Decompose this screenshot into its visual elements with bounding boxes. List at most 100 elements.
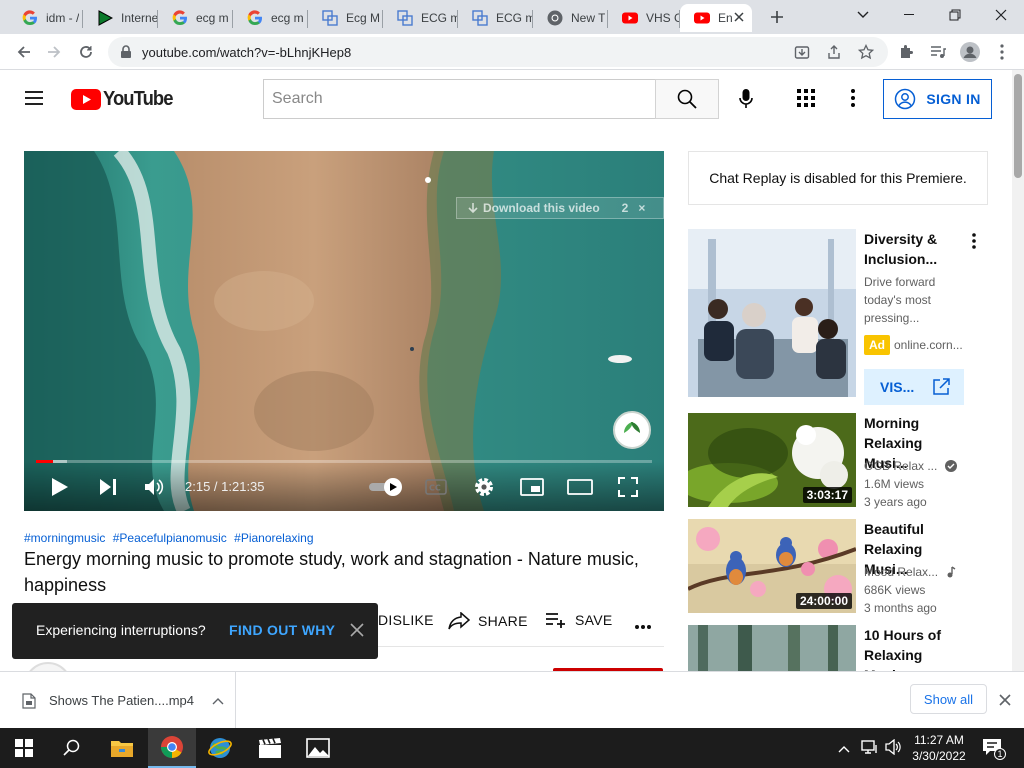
browser-tab[interactable]: ecg m <box>158 4 233 32</box>
tab-title[interactable]: idm - / <box>46 11 79 25</box>
show-hidden-icons-button[interactable] <box>838 740 854 756</box>
sign-in-label[interactable]: SIGN IN <box>926 91 980 107</box>
settings-menu-button[interactable] <box>851 89 859 109</box>
browser-tab[interactable]: New T <box>533 4 608 32</box>
miniplayer-button[interactable] <box>518 473 546 501</box>
taskbar-search-button[interactable] <box>48 728 96 768</box>
tab-title[interactable]: ECG m <box>496 11 533 25</box>
download-overlay-label[interactable]: Download this video <box>483 201 600 215</box>
video-thumbnail[interactable] <box>688 625 856 671</box>
video-thumbnail[interactable]: 3:03:17 <box>688 413 856 507</box>
captions-button[interactable]: CC <box>422 473 450 501</box>
start-button[interactable] <box>0 728 48 768</box>
lock-icon[interactable] <box>120 45 132 59</box>
minimize-button[interactable] <box>886 0 932 30</box>
scrollbar-thumb[interactable] <box>1014 74 1022 178</box>
search-button[interactable] <box>655 79 719 119</box>
tab-title[interactable]: Ecg M <box>346 11 380 25</box>
network-button[interactable] <box>861 739 881 757</box>
channel-name[interactable]: Mood Relax... <box>864 563 938 581</box>
fullscreen-button[interactable] <box>614 473 642 501</box>
reload-button[interactable] <box>74 40 98 64</box>
browser-tab[interactable]: Interne <box>83 4 158 32</box>
ad-menu-button[interactable] <box>972 233 980 249</box>
browser-tab[interactable]: ECG m <box>458 4 533 32</box>
browser-tab-active[interactable]: En <box>680 4 752 32</box>
download-filename[interactable]: Shows The Patien....mp4 <box>49 693 194 708</box>
close-window-button[interactable] <box>978 0 1024 30</box>
close-tab-icon[interactable] <box>734 11 744 25</box>
video-editor-button[interactable] <box>246 728 294 768</box>
voice-search-button[interactable] <box>733 86 759 112</box>
share-page-button[interactable] <box>822 40 846 64</box>
url-text[interactable]: youtube.com/watch?v=-bLhnjKHep8 <box>142 45 351 60</box>
video-player[interactable]: Download this video 2 × 2:15 / 1:21:35 C… <box>24 151 664 511</box>
dislike-button[interactable]: DISLIKE <box>378 612 434 628</box>
profile-button[interactable] <box>958 40 982 64</box>
save-label[interactable]: SAVE <box>575 612 613 628</box>
tab-title[interactable]: VHS G <box>646 11 680 25</box>
restore-button[interactable] <box>932 0 978 30</box>
theater-mode-button[interactable] <box>566 473 594 501</box>
forward-button[interactable] <box>42 40 66 64</box>
tab-title[interactable]: ecg m <box>196 11 229 25</box>
recommended-video[interactable]: 3:03:17 Morning Relaxing Musi... OCB Rel… <box>688 413 988 509</box>
hashtag-link[interactable]: #Pianorelaxing <box>234 531 313 545</box>
more-actions-button[interactable] <box>634 617 654 629</box>
sign-in-button[interactable]: SIGN IN <box>883 79 992 119</box>
channel-watermark[interactable] <box>613 411 651 449</box>
close-shelf-button[interactable] <box>999 693 1013 707</box>
browser-tab[interactable]: ecg m <box>233 4 308 32</box>
find-out-why-link[interactable]: FIND OUT WHY <box>229 622 335 638</box>
apps-button[interactable] <box>797 89 817 109</box>
guide-menu-button[interactable] <box>24 89 48 109</box>
bookmark-star-button[interactable] <box>854 40 878 64</box>
new-tab-button[interactable] <box>766 6 788 28</box>
chrome-taskbar-button[interactable] <box>148 728 196 768</box>
tab-title[interactable]: ECG m <box>421 11 458 25</box>
ad-visit-label[interactable]: VIS... <box>880 379 914 395</box>
next-button[interactable] <box>94 473 122 501</box>
autoplay-toggle[interactable] <box>368 473 404 501</box>
hashtag-link[interactable]: #Peacefulpianomusic <box>113 531 227 545</box>
back-button[interactable] <box>12 40 36 64</box>
browser-tab[interactable]: ECG m <box>383 4 458 32</box>
ad-visit-button[interactable]: VIS... <box>864 369 964 405</box>
show-all-label[interactable]: Show all <box>924 692 973 707</box>
play-button[interactable] <box>46 473 74 501</box>
ad-title[interactable]: Diversity & Inclusion... <box>864 229 964 269</box>
page-scrollbar[interactable] <box>1012 70 1024 671</box>
address-bar[interactable]: youtube.com/watch?v=-bLhnjKHep8 <box>108 37 888 67</box>
photos-app-button[interactable] <box>294 728 342 768</box>
install-app-button[interactable] <box>790 40 814 64</box>
browser-tab[interactable]: VHS G <box>608 4 680 32</box>
extensions-button[interactable] <box>894 40 918 64</box>
share-button[interactable]: SHARE <box>448 612 528 630</box>
browser-menu-button[interactable] <box>990 40 1014 64</box>
tab-title[interactable]: En <box>718 11 733 25</box>
hashtag-link[interactable]: #morningmusic <box>24 531 105 545</box>
ad-thumbnail[interactable] <box>688 229 856 397</box>
dismiss-toast-button[interactable] <box>349 622 367 640</box>
search-input[interactable] <box>264 80 656 118</box>
tab-title[interactable]: New T <box>571 11 605 25</box>
ad-card[interactable]: Diversity & Inclusion... Drive forward t… <box>688 229 988 405</box>
dislike-label[interactable]: DISLIKE <box>378 612 434 628</box>
recommended-video[interactable]: 24:00:00 Beautiful Relaxing Musi... Mood… <box>688 519 988 615</box>
channel-name[interactable]: OCB Relax ... <box>864 457 937 475</box>
volume-tray-button[interactable] <box>885 738 905 757</box>
tab-title[interactable]: Interne <box>121 11 158 25</box>
download-item[interactable]: Shows The Patien....mp4 <box>0 672 236 729</box>
file-explorer-button[interactable] <box>98 728 146 768</box>
show-all-downloads-button[interactable]: Show all <box>910 684 987 714</box>
video-title[interactable]: 10 Hours of Relaxing Musi... <box>864 625 964 671</box>
recommended-video[interactable]: 10 Hours of Relaxing Musi... <box>688 625 988 671</box>
close-icon[interactable]: × <box>638 201 645 215</box>
notification-center-button[interactable]: 1 <box>982 738 1006 760</box>
tab-search-button[interactable] <box>840 0 886 30</box>
browser-tab[interactable]: idm - / <box>8 4 83 32</box>
settings-button[interactable] <box>470 473 498 501</box>
browser-tab[interactable]: Ecg M <box>308 4 383 32</box>
internet-app-button[interactable] <box>196 728 244 768</box>
mute-button[interactable] <box>141 473 169 501</box>
